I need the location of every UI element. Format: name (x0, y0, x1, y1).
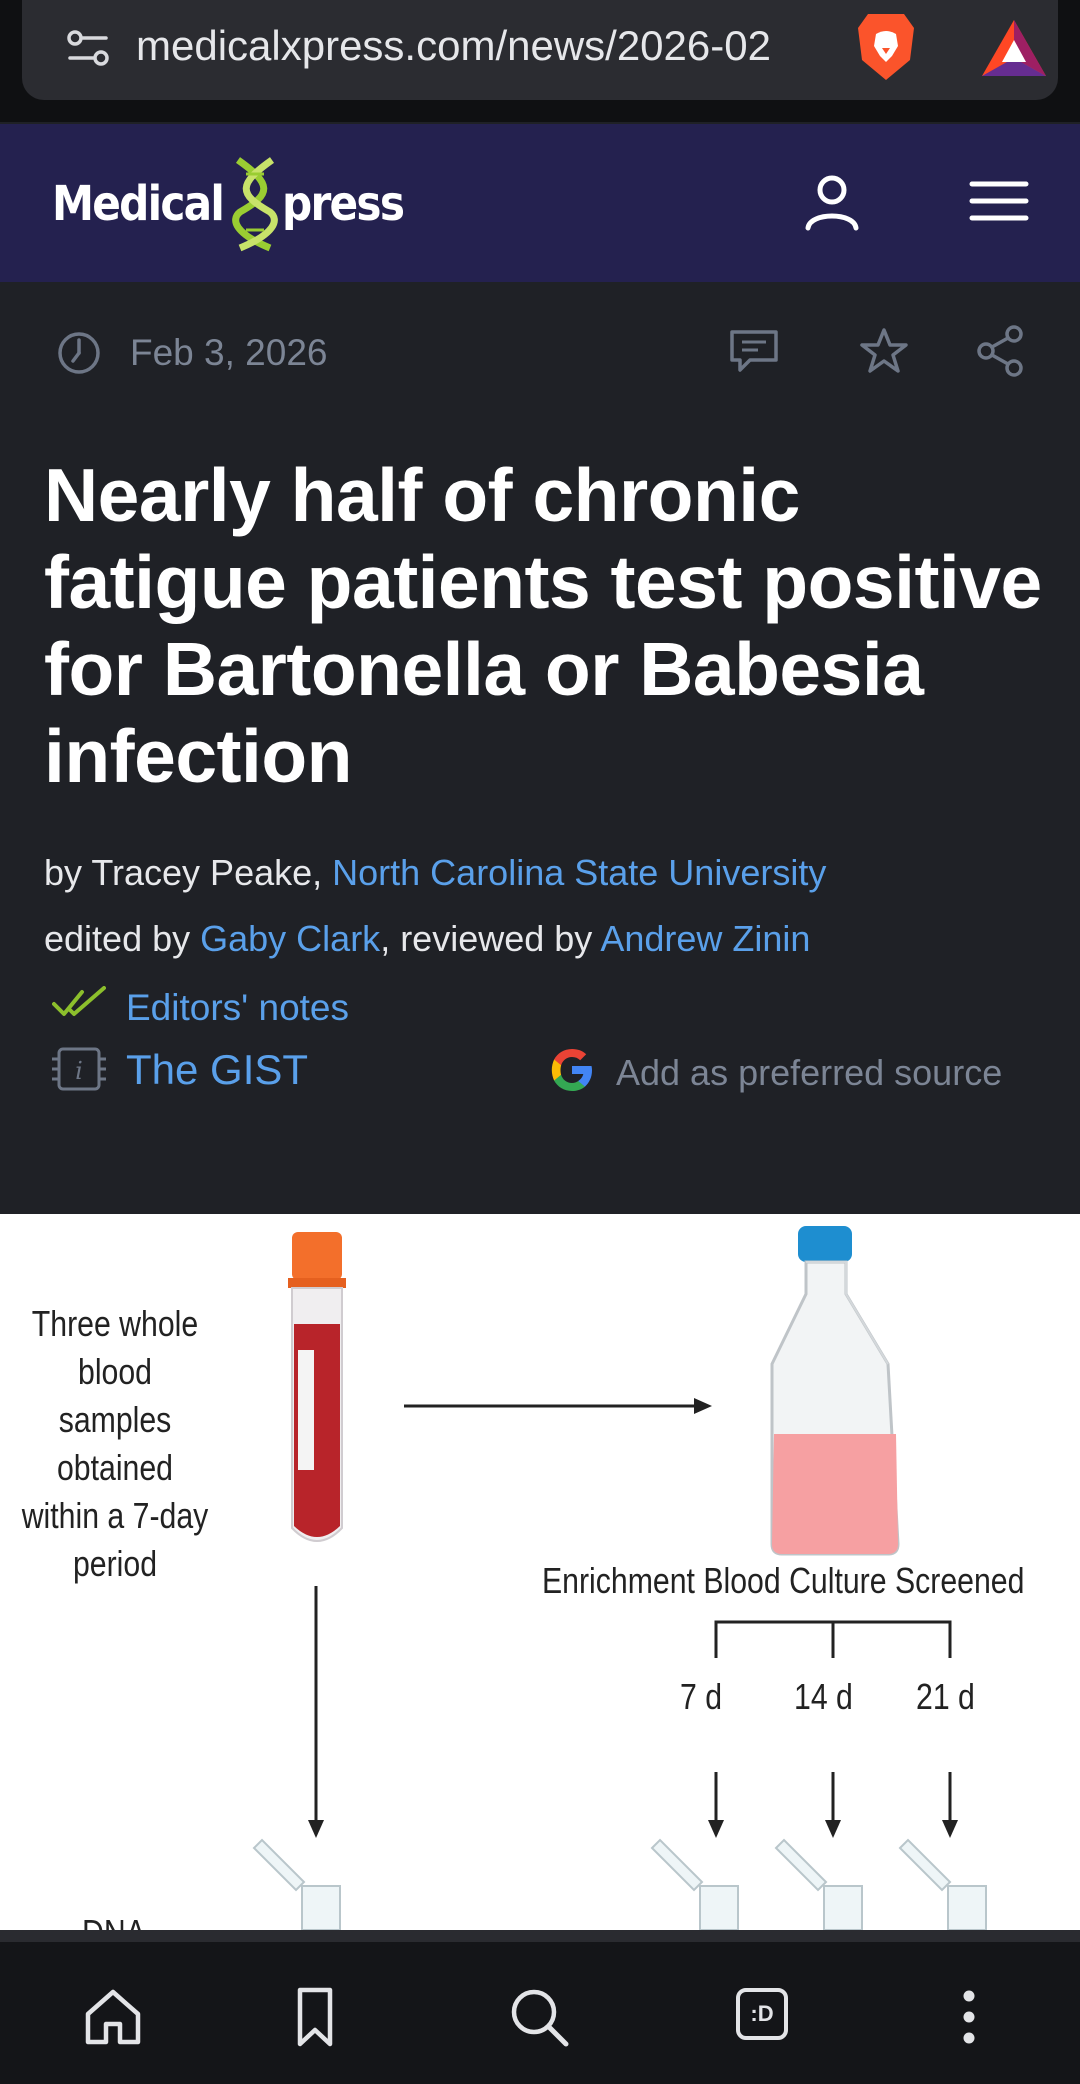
culture-flask (770, 1226, 900, 1556)
institution-link[interactable]: North Carolina State University (332, 852, 826, 893)
more-icon[interactable] (934, 1982, 1004, 2052)
share-icon[interactable] (974, 324, 1026, 378)
edited-by-text: edited by (44, 918, 201, 959)
add-preferred-source-link[interactable]: Add as preferred source (616, 1052, 1002, 1094)
brave-lion-icon[interactable] (854, 10, 918, 84)
bat-rewards-icon[interactable] (980, 18, 1048, 80)
article-date: Feb 3, 2026 (130, 332, 328, 373)
comment-icon[interactable] (728, 326, 780, 374)
google-icon[interactable] (546, 1044, 598, 1096)
home-icon[interactable] (78, 1982, 148, 2052)
tabs-count-label: :D (736, 1988, 788, 2040)
logo-text-medical: Medical (52, 176, 225, 232)
reviewer-link[interactable]: Andrew Zinin (600, 918, 810, 959)
star-icon[interactable] (858, 326, 910, 376)
url-text[interactable]: medicalxpress.com/news/2026-02 (136, 22, 826, 70)
figure-label-21d: 21 d (916, 1676, 975, 1717)
search-icon[interactable] (504, 1982, 574, 2052)
editor-link[interactable]: Gaby Clark (200, 918, 380, 959)
menu-icon[interactable] (968, 176, 1030, 226)
browser-toolbar: medicalxpress.com/news/2026-02 (0, 0, 1080, 122)
svg-text:i: i (75, 1057, 83, 1085)
figure-label-dna: DNA (82, 1912, 146, 1930)
logo-text-press: press (282, 176, 405, 232)
tabs-icon[interactable]: :D (730, 1982, 800, 2052)
dna-logo-icon (232, 157, 279, 252)
site-header: Medical press (0, 124, 1080, 282)
byline-editors: edited by Gaby Clark, reviewed by Andrew… (44, 918, 810, 960)
article-figure[interactable]: Three whole blood samples obtained withi… (0, 1214, 1080, 1930)
article-headline: Nearly half of chronic fatigue patients … (44, 453, 1042, 798)
bookmark-icon[interactable] (280, 1982, 350, 2052)
user-icon[interactable] (800, 170, 864, 234)
editors-notes-link[interactable]: Editors' notes (126, 987, 349, 1029)
site-logo[interactable]: Medical press (52, 154, 420, 254)
byline-author: by Tracey Peake, North Carolina State Un… (44, 852, 826, 894)
gist-chip-icon[interactable]: i (50, 1044, 108, 1094)
figure-label-7d: 7 d (680, 1676, 723, 1717)
blood-tube (288, 1232, 346, 1542)
reviewed-by-text: , reviewed by (380, 918, 601, 959)
figure-label-14d: 14 d (794, 1676, 853, 1717)
clock-icon (58, 332, 100, 374)
figure-label-samples: Three whole blood samples obtained withi… (21, 1303, 209, 1584)
address-bar[interactable]: medicalxpress.com/news/2026-02 (22, 0, 1058, 100)
author-text: by Tracey Peake, (44, 852, 333, 893)
double-check-icon (52, 986, 106, 1016)
browser-bottom-nav: :D (0, 1930, 1080, 2084)
the-gist-link[interactable]: The GIST (126, 1046, 308, 1094)
tune-icon[interactable] (66, 26, 110, 70)
figure-label-culture: Enrichment Blood Culture Screened (542, 1560, 1025, 1601)
